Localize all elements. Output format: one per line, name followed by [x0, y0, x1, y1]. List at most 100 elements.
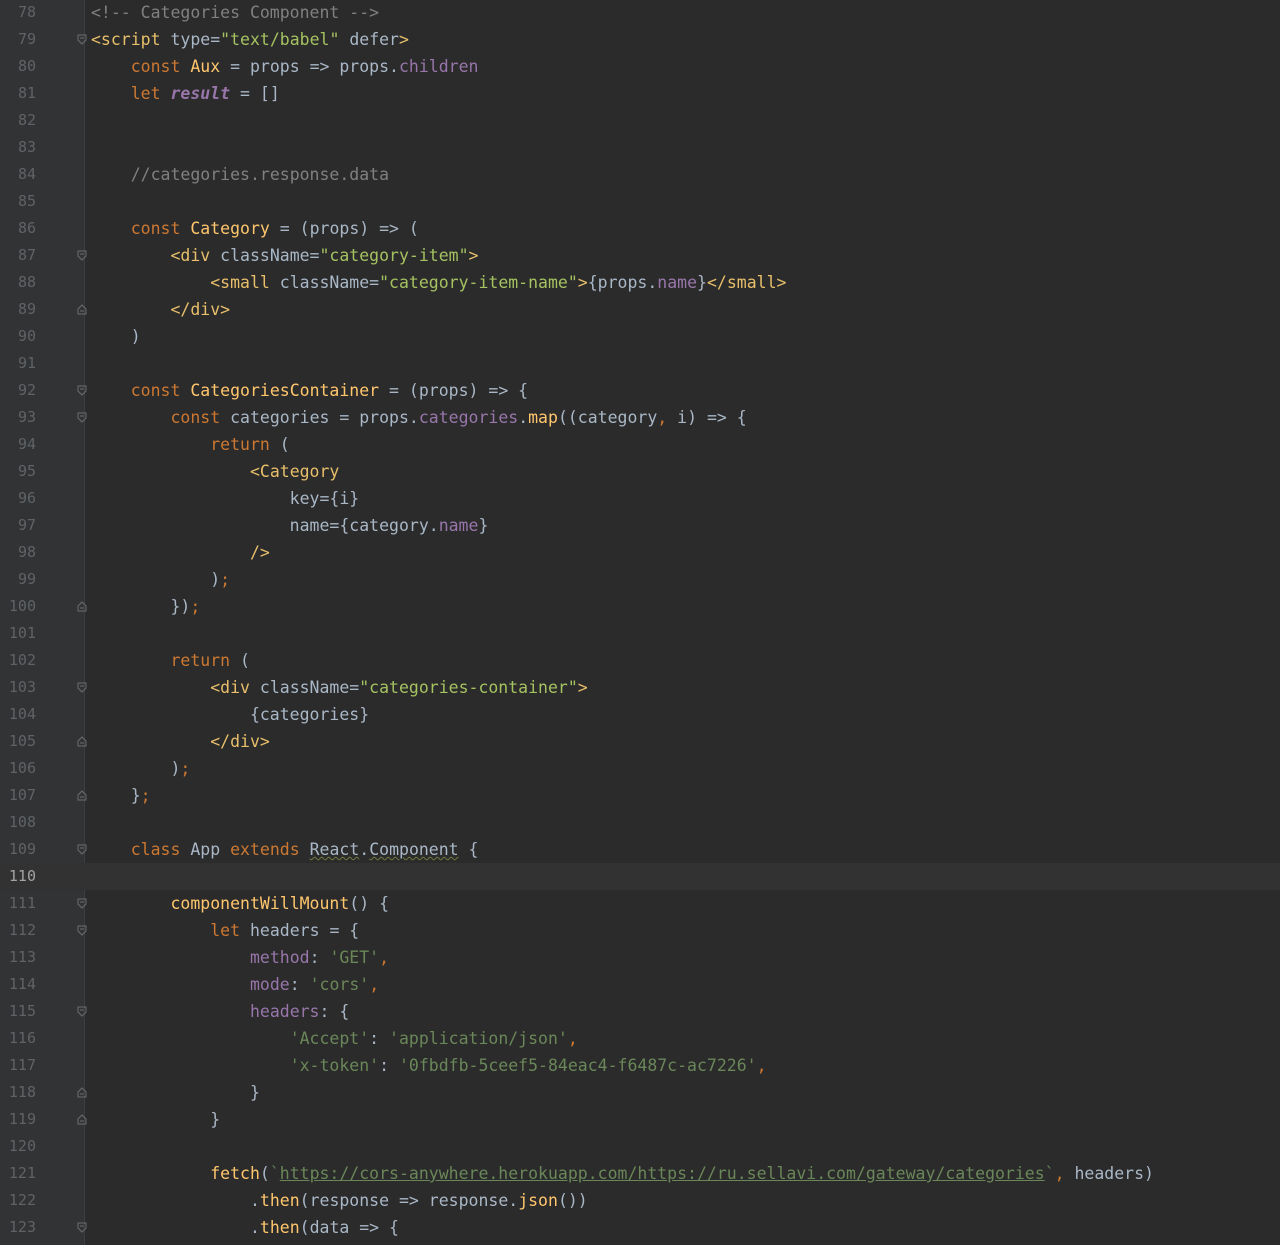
code-editor[interactable]: 78 <!-- Categories Component --> 79 <script… [0, 0, 1280, 1245]
line-code[interactable]: headers: { [91, 998, 349, 1025]
line-code[interactable]: 'x-token': '0fbdfb-5ceef5-84eac4-f6487c-… [91, 1052, 767, 1079]
line-code[interactable]: <div className="categories-container"> [91, 674, 588, 701]
code-line[interactable]: 100 }); [0, 593, 1280, 620]
line-code[interactable]: return ( [91, 647, 249, 674]
code-line[interactable]: 123 .then(data => { [0, 1214, 1280, 1241]
code-line[interactable]: 85 [0, 188, 1280, 215]
fold-open-icon[interactable] [77, 250, 87, 261]
code-line[interactable]: 116 'Accept': 'application/json', [0, 1025, 1280, 1052]
code-line[interactable]: 94 return ( [0, 431, 1280, 458]
fold-close-icon[interactable] [77, 736, 87, 747]
line-code[interactable]: <Category [91, 458, 339, 485]
fold-close-icon[interactable] [77, 790, 87, 801]
line-code[interactable]: <script type="text/babel" defer> [91, 26, 409, 53]
code-line[interactable]: 79 <script type="text/babel" defer> [0, 26, 1280, 53]
line-code[interactable]: const Category = (props) => ( [91, 215, 419, 242]
line-code[interactable]: let result = [] [91, 80, 280, 107]
code-line[interactable]: 117 'x-token': '0fbdfb-5ceef5-84eac4-f64… [0, 1052, 1280, 1079]
fold-open-icon[interactable] [77, 34, 87, 45]
fold-open-icon[interactable] [77, 682, 87, 693]
fold-open-icon[interactable] [77, 412, 87, 423]
line-code[interactable]: componentWillMount() { [91, 890, 389, 917]
line-code[interactable]: //categories.response.data [91, 161, 389, 188]
code-line[interactable]: 88 <small className="category-item-name"… [0, 269, 1280, 296]
code-line[interactable]: 92 const CategoriesContainer = (props) =… [0, 377, 1280, 404]
code-line[interactable]: 83 [0, 134, 1280, 161]
line-code[interactable]: name={category.name} [91, 512, 489, 539]
fold-close-icon[interactable] [77, 1087, 87, 1098]
line-code[interactable]: } [91, 1106, 220, 1133]
line-code[interactable]: return ( [91, 431, 289, 458]
code-line[interactable]: 103 <div className="categories-container… [0, 674, 1280, 701]
line-code[interactable]: .then(response => response.json()) [91, 1187, 588, 1214]
code-line[interactable]: 111 componentWillMount() { [0, 890, 1280, 917]
code-line[interactable]: 122 .then(response => response.json()) [0, 1187, 1280, 1214]
code-line[interactable]: 118 } [0, 1079, 1280, 1106]
code-line[interactable]: 121 fetch(`https://cors-anywhere.herokua… [0, 1160, 1280, 1187]
code-line[interactable]: 119 } [0, 1106, 1280, 1133]
line-code[interactable]: }; [91, 782, 151, 809]
code-line[interactable]: 90 ) [0, 323, 1280, 350]
line-code[interactable]: }); [91, 593, 200, 620]
fold-open-icon[interactable] [77, 1222, 87, 1233]
code-line[interactable]: 95 <Category [0, 458, 1280, 485]
line-code[interactable]: result.push(data.response.data) [91, 1241, 598, 1245]
fold-open-icon[interactable] [77, 844, 87, 855]
code-line[interactable]: 99 ); [0, 566, 1280, 593]
line-code[interactable]: key={i} [91, 485, 360, 512]
code-line[interactable]: 124 result.push(data.response.data) [0, 1241, 1280, 1245]
code-line[interactable]: 91 [0, 350, 1280, 377]
code-line[interactable]: 107 }; [0, 782, 1280, 809]
line-code[interactable]: const categories = props.categories.map(… [91, 404, 746, 431]
code-line[interactable]: 109 class App extends React.Component { [0, 836, 1280, 863]
code-line[interactable]: 93 const categories = props.categories.m… [0, 404, 1280, 431]
code-line[interactable]: 110 [0, 863, 1280, 890]
fold-open-icon[interactable] [77, 1006, 87, 1017]
line-code[interactable]: let headers = { [91, 917, 359, 944]
code-line[interactable]: 112 let headers = { [0, 917, 1280, 944]
code-line[interactable]: 87 <div className="category-item"> [0, 242, 1280, 269]
line-code[interactable]: mode: 'cors', [91, 971, 379, 998]
code-line[interactable]: 101 [0, 620, 1280, 647]
line-code[interactable]: /> [91, 539, 270, 566]
line-code[interactable]: <div className="category-item"> [91, 242, 478, 269]
fold-open-icon[interactable] [77, 385, 87, 396]
code-line[interactable]: 89 </div> [0, 296, 1280, 323]
fold-open-icon[interactable] [77, 925, 87, 936]
code-line[interactable]: 97 name={category.name} [0, 512, 1280, 539]
code-line[interactable]: 108 [0, 809, 1280, 836]
line-code[interactable]: } [91, 1079, 260, 1106]
code-line[interactable]: 84 //categories.response.data [0, 161, 1280, 188]
code-line[interactable]: 81 let result = [] [0, 80, 1280, 107]
code-line[interactable]: 78 <!-- Categories Component --> [0, 0, 1280, 26]
fold-open-icon[interactable] [77, 898, 87, 909]
line-code[interactable]: ); [91, 755, 190, 782]
fold-close-icon[interactable] [77, 304, 87, 315]
code-line[interactable]: 104 {categories} [0, 701, 1280, 728]
code-line[interactable]: 86 const Category = (props) => ( [0, 215, 1280, 242]
code-line[interactable]: 102 return ( [0, 647, 1280, 674]
line-code[interactable]: const Aux = props => props.children [91, 53, 479, 80]
code-line[interactable]: 114 mode: 'cors', [0, 971, 1280, 998]
line-code[interactable]: ) [91, 323, 141, 350]
line-code[interactable]: fetch(`https://cors-anywhere.herokuapp.c… [91, 1160, 1154, 1187]
fold-close-icon[interactable] [77, 1114, 87, 1125]
line-code[interactable]: <!-- Categories Component --> [91, 0, 379, 26]
code-line[interactable]: 120 [0, 1133, 1280, 1160]
line-code[interactable]: <small className="category-item-name">{p… [91, 269, 786, 296]
code-line[interactable]: 82 [0, 107, 1280, 134]
line-code[interactable]: ); [91, 566, 230, 593]
code-line[interactable]: 113 method: 'GET', [0, 944, 1280, 971]
line-code[interactable]: class App extends React.Component { [91, 836, 479, 863]
code-line[interactable]: 96 key={i} [0, 485, 1280, 512]
line-code[interactable]: const CategoriesContainer = (props) => { [91, 377, 528, 404]
line-code[interactable]: method: 'GET', [91, 944, 389, 971]
code-line[interactable]: 106 ); [0, 755, 1280, 782]
code-line[interactable]: 98 /> [0, 539, 1280, 566]
code-line[interactable]: 115 headers: { [0, 998, 1280, 1025]
line-code[interactable]: .then(data => { [91, 1214, 399, 1241]
code-line[interactable]: 105 </div> [0, 728, 1280, 755]
fold-close-icon[interactable] [77, 601, 87, 612]
line-code[interactable]: 'Accept': 'application/json', [91, 1025, 578, 1052]
line-code[interactable]: </div> [91, 728, 270, 755]
